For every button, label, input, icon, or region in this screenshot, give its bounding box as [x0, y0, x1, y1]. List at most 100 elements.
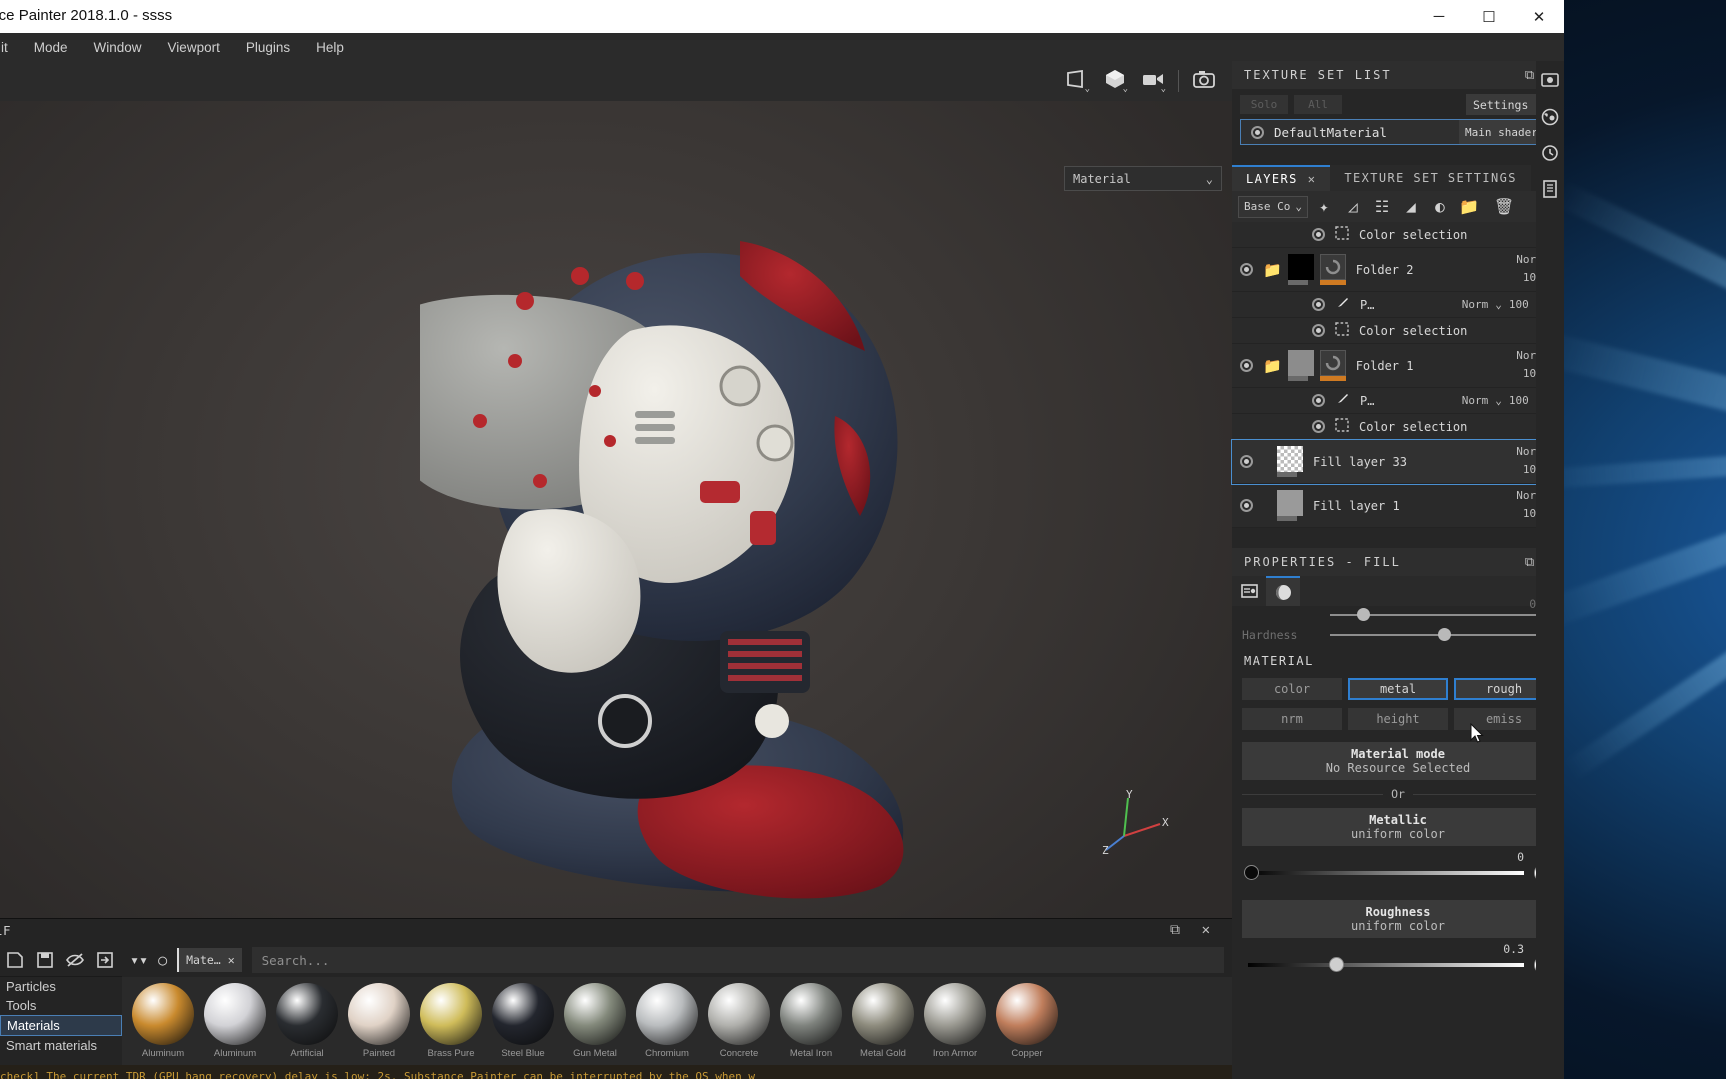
layer-thumbnail[interactable]: [1277, 490, 1303, 521]
add-paint-layer-icon[interactable]: ◢: [1398, 194, 1424, 220]
roughness-track[interactable]: [1248, 963, 1524, 967]
layer-visibility-icon[interactable]: [1240, 499, 1253, 512]
layer-row[interactable]: P…Norm⌄100⌄✕: [1232, 388, 1564, 414]
material-channel-height[interactable]: height: [1348, 708, 1448, 730]
layer-row[interactable]: 📁Folder 2Norm ⌄100 ⌄: [1232, 248, 1564, 292]
material-channel-color[interactable]: color: [1242, 678, 1342, 700]
minimize-button[interactable]: ─: [1414, 0, 1464, 33]
add-folder-icon[interactable]: 📁: [1456, 194, 1482, 220]
helmet-3d-model[interactable]: [415, 181, 1000, 918]
layer-visibility-icon[interactable]: [1240, 263, 1253, 276]
material-thumbnail[interactable]: Gun Metal: [564, 983, 626, 1059]
material-tab[interactable]: [1266, 576, 1300, 606]
layer-thumbnail[interactable]: [1287, 254, 1314, 285]
delete-layer-icon[interactable]: 🗑: [1491, 194, 1517, 220]
hardness-track[interactable]: [1330, 628, 1554, 641]
menu-item-plugins[interactable]: Plugins: [233, 36, 303, 59]
import-resource-icon[interactable]: [92, 947, 118, 973]
layer-row[interactable]: Color selection✕: [1232, 222, 1564, 248]
menu-item-window[interactable]: Window: [81, 36, 155, 59]
layer-visibility-icon[interactable]: [1240, 359, 1253, 372]
material-channel-nrm[interactable]: nrm: [1242, 708, 1342, 730]
magic-effect-icon[interactable]: ✦: [1311, 194, 1337, 220]
material-thumbnail[interactable]: Metal Iron: [780, 983, 842, 1059]
shelf-category-particles[interactable]: Particles: [0, 977, 122, 996]
material-thumbnail[interactable]: Brass Pure: [420, 983, 482, 1059]
add-fill-layer-icon[interactable]: ☷: [1369, 194, 1395, 220]
roughness-slider[interactable]: 0.3: [1242, 942, 1554, 976]
menu-item-help[interactable]: Help: [303, 36, 357, 59]
slider-0-knob[interactable]: [1356, 608, 1370, 621]
layer-visibility-icon[interactable]: [1312, 228, 1325, 241]
layer-visibility-icon[interactable]: [1240, 455, 1253, 468]
hide-eye-icon[interactable]: [62, 947, 88, 973]
material-thumbnail[interactable]: Chromium: [636, 983, 698, 1059]
close-icon[interactable]: ✕: [1308, 172, 1317, 186]
brush-settings-tab[interactable]: [1232, 576, 1266, 606]
environment-settings-icon[interactable]: [1536, 101, 1564, 133]
filter-funnel-icon[interactable]: ▾▾: [130, 951, 148, 969]
perspective-camera-icon[interactable]: ⌄: [1059, 65, 1095, 97]
layer-row[interactable]: Fill layer 1Norm ⌄100 ⌄: [1232, 484, 1564, 528]
material-thumbnail[interactable]: Aluminum: [204, 983, 266, 1059]
texture-set-visibility-icon[interactable]: [1251, 125, 1264, 139]
shelf-filter-chip[interactable]: Mate… ✕: [177, 948, 242, 972]
layer-visibility-icon[interactable]: [1312, 298, 1325, 311]
all-button[interactable]: All: [1294, 95, 1342, 114]
texture-set-item-defaultmaterial[interactable]: DefaultMaterial Main shader ⌄: [1240, 119, 1556, 145]
new-resource-icon[interactable]: [2, 947, 28, 973]
hardness-knob[interactable]: [1437, 628, 1451, 641]
close-icon[interactable]: ✕: [228, 953, 235, 967]
close-button[interactable]: ✕: [1514, 0, 1564, 33]
roughness-box[interactable]: Roughness uniform color: [1242, 900, 1554, 938]
save-resource-icon[interactable]: [32, 947, 58, 973]
viewport-material-dropdown[interactable]: Material ⌄: [1064, 166, 1222, 191]
maximize-button[interactable]: ☐: [1464, 0, 1514, 33]
slider-0-track[interactable]: 0.5: [1330, 597, 1554, 621]
3d-viewport[interactable]: ⌄ ⌄ ⌄ Material ⌄ X Y Z: [0, 61, 1232, 918]
layer-row[interactable]: Fill layer 33Norm ⌄100 ⌄: [1231, 439, 1564, 485]
screenshot-camera-icon[interactable]: [1186, 65, 1222, 97]
menu-item-mode[interactable]: Mode: [21, 36, 81, 59]
add-group-icon[interactable]: ◐: [1427, 194, 1453, 220]
shelf-category-tools[interactable]: Tools: [0, 996, 122, 1015]
material-thumbnail[interactable]: Steel Blue: [492, 983, 554, 1059]
shelf-close-icon[interactable]: ✕: [1202, 922, 1210, 938]
material-thumbnail[interactable]: Copper: [996, 983, 1058, 1059]
layer-thumbnail[interactable]: [1277, 446, 1303, 477]
menu-item-viewport[interactable]: Viewport: [155, 36, 233, 59]
log-icon[interactable]: [1536, 173, 1564, 205]
shelf-category-smart-materials[interactable]: Smart materials: [0, 1036, 122, 1055]
add-mask-icon[interactable]: ◿: [1340, 194, 1366, 220]
material-thumbnail[interactable]: Painted: [348, 983, 410, 1059]
cube-mesh-icon[interactable]: ⌄: [1097, 65, 1133, 97]
metallic-track[interactable]: [1248, 871, 1524, 875]
material-thumbnail[interactable]: Iron Armor: [924, 983, 986, 1059]
metallic-box[interactable]: Metallic uniform color: [1242, 808, 1554, 846]
display-settings-icon[interactable]: [1536, 65, 1564, 97]
camera-video-icon[interactable]: ⌄: [1135, 65, 1171, 97]
material-thumbnail[interactable]: Aluminum: [132, 983, 194, 1059]
channel-selector[interactable]: Base Co ⌄: [1238, 195, 1308, 218]
layer-thumbnail[interactable]: [1287, 350, 1314, 381]
roughness-knob[interactable]: [1329, 957, 1345, 972]
metallic-knob[interactable]: [1244, 865, 1259, 880]
history-icon[interactable]: [1536, 137, 1564, 169]
tab-layers[interactable]: LAYERS ✕: [1232, 165, 1331, 191]
layer-row[interactable]: P…Norm⌄100⌄✕: [1232, 292, 1564, 318]
material-thumbnail[interactable]: Concrete: [708, 983, 770, 1059]
texture-set-list-float-icon[interactable]: ⧉: [1525, 68, 1534, 83]
layer-visibility-icon[interactable]: [1312, 394, 1325, 407]
material-mode-box[interactable]: Material mode No Resource Selected: [1242, 742, 1554, 780]
layer-mask-thumbnail[interactable]: [1319, 254, 1346, 285]
shelf-float-icon[interactable]: ⧉: [1170, 922, 1180, 938]
material-thumbnail[interactable]: Metal Gold: [852, 983, 914, 1059]
layer-mask-thumbnail[interactable]: [1319, 350, 1346, 381]
refresh-circle-icon[interactable]: ○: [158, 951, 167, 969]
layer-visibility-icon[interactable]: [1312, 324, 1325, 337]
layer-row[interactable]: Color selection✕: [1232, 414, 1564, 440]
shelf-category-materials[interactable]: Materials: [0, 1015, 122, 1036]
metallic-slider[interactable]: 0: [1242, 850, 1554, 884]
shelf-search-input[interactable]: Search...: [251, 947, 1224, 973]
material-thumbnail[interactable]: Artificial: [276, 983, 338, 1059]
